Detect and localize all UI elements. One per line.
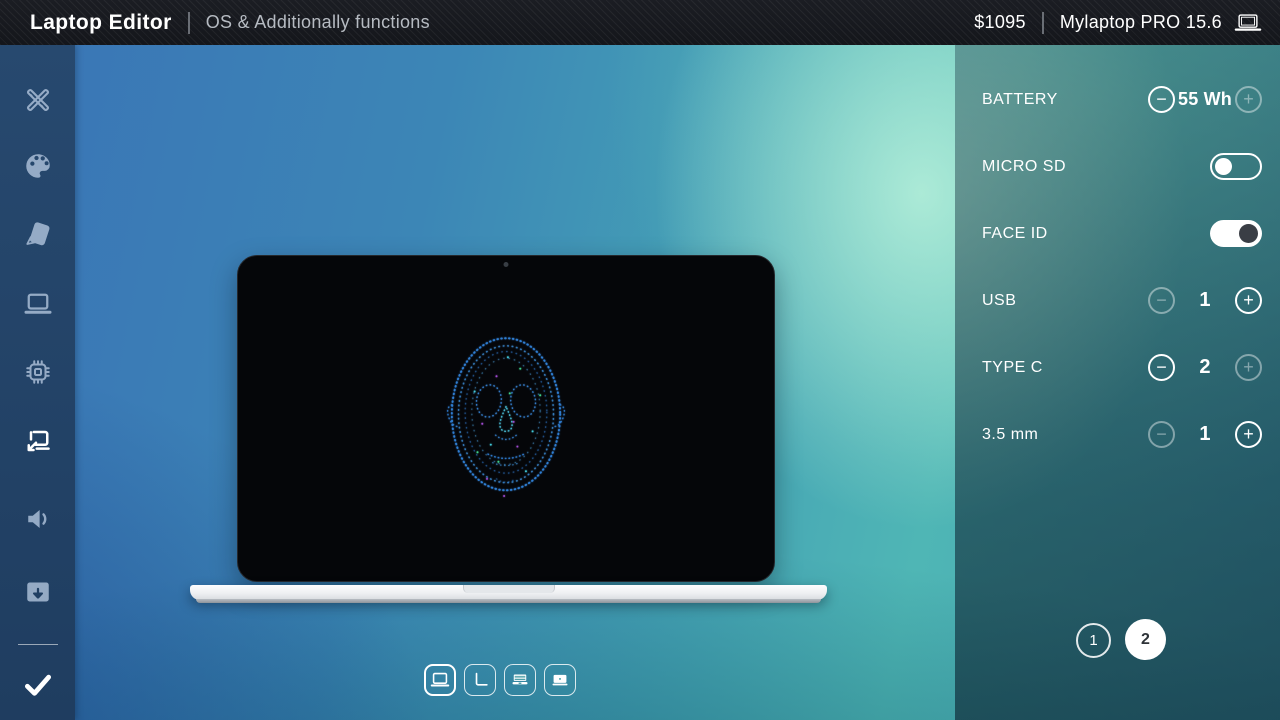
usb-plus-button[interactable]: + <box>1235 287 1262 314</box>
settings-rows: BATTERY − 55 Wh + MICRO SD FACE ID <box>955 45 1280 468</box>
laptop-front-view-icon[interactable] <box>424 664 456 696</box>
view-switcher <box>424 664 576 696</box>
top-bar: Laptop Editor OS & Additionally function… <box>0 0 1280 45</box>
laptop-base-notch <box>463 585 555 593</box>
app-logo: Laptop Editor <box>30 11 172 35</box>
preview-canvas <box>75 45 955 720</box>
page-1-button[interactable]: 1 <box>1076 623 1111 658</box>
usb-stepper: − 1 + <box>1148 287 1262 314</box>
type-c-value: 2 <box>1175 356 1235 379</box>
battery-plus-button[interactable]: + <box>1235 86 1262 113</box>
laptop-side-view-icon[interactable] <box>464 664 496 696</box>
topbar-divider-right <box>1042 12 1044 34</box>
laptop-icon <box>1234 13 1262 33</box>
toggle-knob <box>1239 224 1258 243</box>
cpu-icon[interactable] <box>23 357 53 387</box>
audio-jack-minus-button[interactable]: − <box>1148 421 1175 448</box>
battery-label: BATTERY <box>982 91 1058 109</box>
page-title: OS & Additionally functions <box>206 12 430 33</box>
audio-jack-value: 1 <box>1175 423 1235 446</box>
topbar-right: $1095 Mylaptop PRO 15.6 <box>974 12 1262 34</box>
design-tools-icon[interactable] <box>23 85 53 115</box>
toggle-knob <box>1215 158 1232 175</box>
audio-jack-plus-button[interactable]: + <box>1235 421 1262 448</box>
setting-row-battery: BATTERY − 55 Wh + <box>955 66 1280 133</box>
laptop-base <box>190 585 827 600</box>
battery-stepper: − 55 Wh + <box>1148 86 1262 113</box>
micro-sd-toggle[interactable] <box>1210 153 1262 180</box>
type-c-label: TYPE C <box>982 359 1043 377</box>
laptop-closed-view-icon[interactable] <box>544 664 576 696</box>
topbar-divider <box>188 12 190 34</box>
face-id-point-cloud <box>430 318 582 520</box>
setting-row-usb: USB − 1 + <box>955 267 1280 334</box>
panel-pagination: 1 2 <box>955 619 1280 669</box>
sidebar-divider <box>18 644 58 645</box>
audio-jack-stepper: − 1 + <box>1148 421 1262 448</box>
webcam-dot <box>504 262 509 267</box>
face-id-toggle[interactable] <box>1210 220 1262 247</box>
battery-minus-button[interactable]: − <box>1148 86 1175 113</box>
laptop-screen-preview[interactable] <box>237 255 775 582</box>
audio-jack-label: 3.5 mm <box>982 426 1038 444</box>
type-c-minus-button[interactable]: − <box>1148 354 1175 381</box>
confirm-check-icon[interactable] <box>21 667 55 701</box>
price-value: $1095 <box>974 12 1026 33</box>
type-c-plus-button[interactable]: + <box>1235 354 1262 381</box>
model-name: Mylaptop PRO 15.6 <box>1060 12 1222 33</box>
volume-icon[interactable] <box>23 504 53 534</box>
laptop-keyboard-view-icon[interactable] <box>504 664 536 696</box>
setting-row-face-id: FACE ID <box>955 200 1280 267</box>
page-2-button[interactable]: 2 <box>1125 619 1166 660</box>
type-c-stepper: − 2 + <box>1148 354 1262 381</box>
usb-label: USB <box>982 292 1016 310</box>
laptop-view-icon[interactable] <box>23 289 53 319</box>
palette-icon[interactable] <box>23 151 53 181</box>
micro-sd-label: MICRO SD <box>982 158 1066 176</box>
stickers-icon[interactable] <box>23 219 53 249</box>
tools-sidebar <box>0 45 75 720</box>
usb-minus-button[interactable]: − <box>1148 287 1175 314</box>
screen-resize-icon[interactable] <box>23 425 53 455</box>
laptop-editor-app: Laptop Editor OS & Additionally function… <box>0 0 1280 720</box>
face-id-label: FACE ID <box>982 225 1048 243</box>
settings-panel: BATTERY − 55 Wh + MICRO SD FACE ID <box>955 45 1280 720</box>
setting-row-micro-sd: MICRO SD <box>955 133 1280 200</box>
usb-value: 1 <box>1175 289 1235 312</box>
setting-row-type-c: TYPE C − 2 + <box>955 334 1280 401</box>
battery-value: 55 Wh <box>1175 89 1235 110</box>
setting-row-audio-jack: 3.5 mm − 1 + <box>955 401 1280 468</box>
download-icon[interactable] <box>23 577 53 607</box>
